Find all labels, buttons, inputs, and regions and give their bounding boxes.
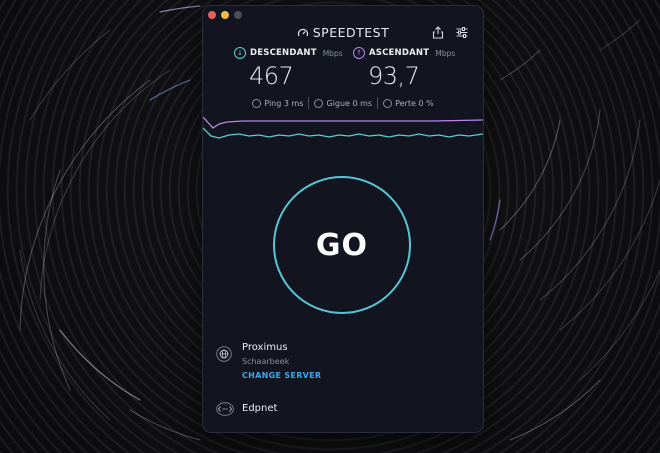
zoom-window-button[interactable] — [234, 11, 242, 19]
settings-sliders-icon[interactable] — [456, 27, 468, 38]
download-metric: ↓ DESCENDANT Mbps 467 — [234, 47, 343, 90]
packet-loss-icon — [383, 98, 393, 108]
download-value: 467 — [249, 62, 294, 90]
window-controls — [208, 11, 242, 19]
share-icon[interactable] — [432, 26, 444, 39]
jitter-stat: Gigue 0 ms — [309, 98, 377, 108]
app-title: SPEEDTEST — [312, 25, 390, 40]
download-arrow-icon: ↓ — [234, 47, 246, 59]
connection-icon — [216, 402, 234, 416]
jitter-text: Gigue 0 ms — [326, 98, 373, 108]
speed-graph — [203, 116, 483, 139]
close-window-button[interactable] — [208, 11, 216, 19]
upload-graph-line — [203, 116, 483, 129]
upload-metric: ↑ ASCENDANT Mbps 93,7 — [353, 47, 455, 90]
server-city: Schaarbeek — [242, 357, 290, 366]
minimize-window-button[interactable] — [221, 11, 229, 19]
globe-icon — [216, 346, 232, 362]
ping-text: Ping 3 ms — [264, 98, 304, 108]
download-label: DESCENDANT — [250, 48, 317, 58]
upload-arrow-icon: ↑ — [353, 47, 365, 59]
ping-stat: Ping 3 ms — [247, 98, 308, 108]
server-isp: Proximus — [242, 342, 288, 353]
loss-stat: Perte 0 % — [378, 98, 439, 108]
jitter-icon — [314, 98, 324, 108]
upload-unit: Mbps — [435, 48, 456, 58]
go-button[interactable]: GO — [273, 176, 411, 314]
connection-stats: Ping 3 ms Gigue 0 ms Perte 0 % — [203, 97, 483, 109]
upload-value: 93,7 — [368, 62, 420, 90]
download-graph-line — [203, 127, 483, 139]
change-server-link[interactable]: CHANGE SERVER — [242, 371, 321, 380]
provider-name: Edpnet — [242, 403, 278, 414]
loss-text: Perte 0 % — [395, 98, 434, 108]
download-unit: Mbps — [322, 48, 343, 58]
speedtest-window: SPEEDTEST ↓ DESCENDANT Mbps 467 ↑ ASCEND… — [203, 6, 483, 432]
ping-icon — [252, 98, 262, 108]
gauge-icon — [297, 28, 308, 36]
upload-label: ASCENDANT — [369, 48, 430, 58]
